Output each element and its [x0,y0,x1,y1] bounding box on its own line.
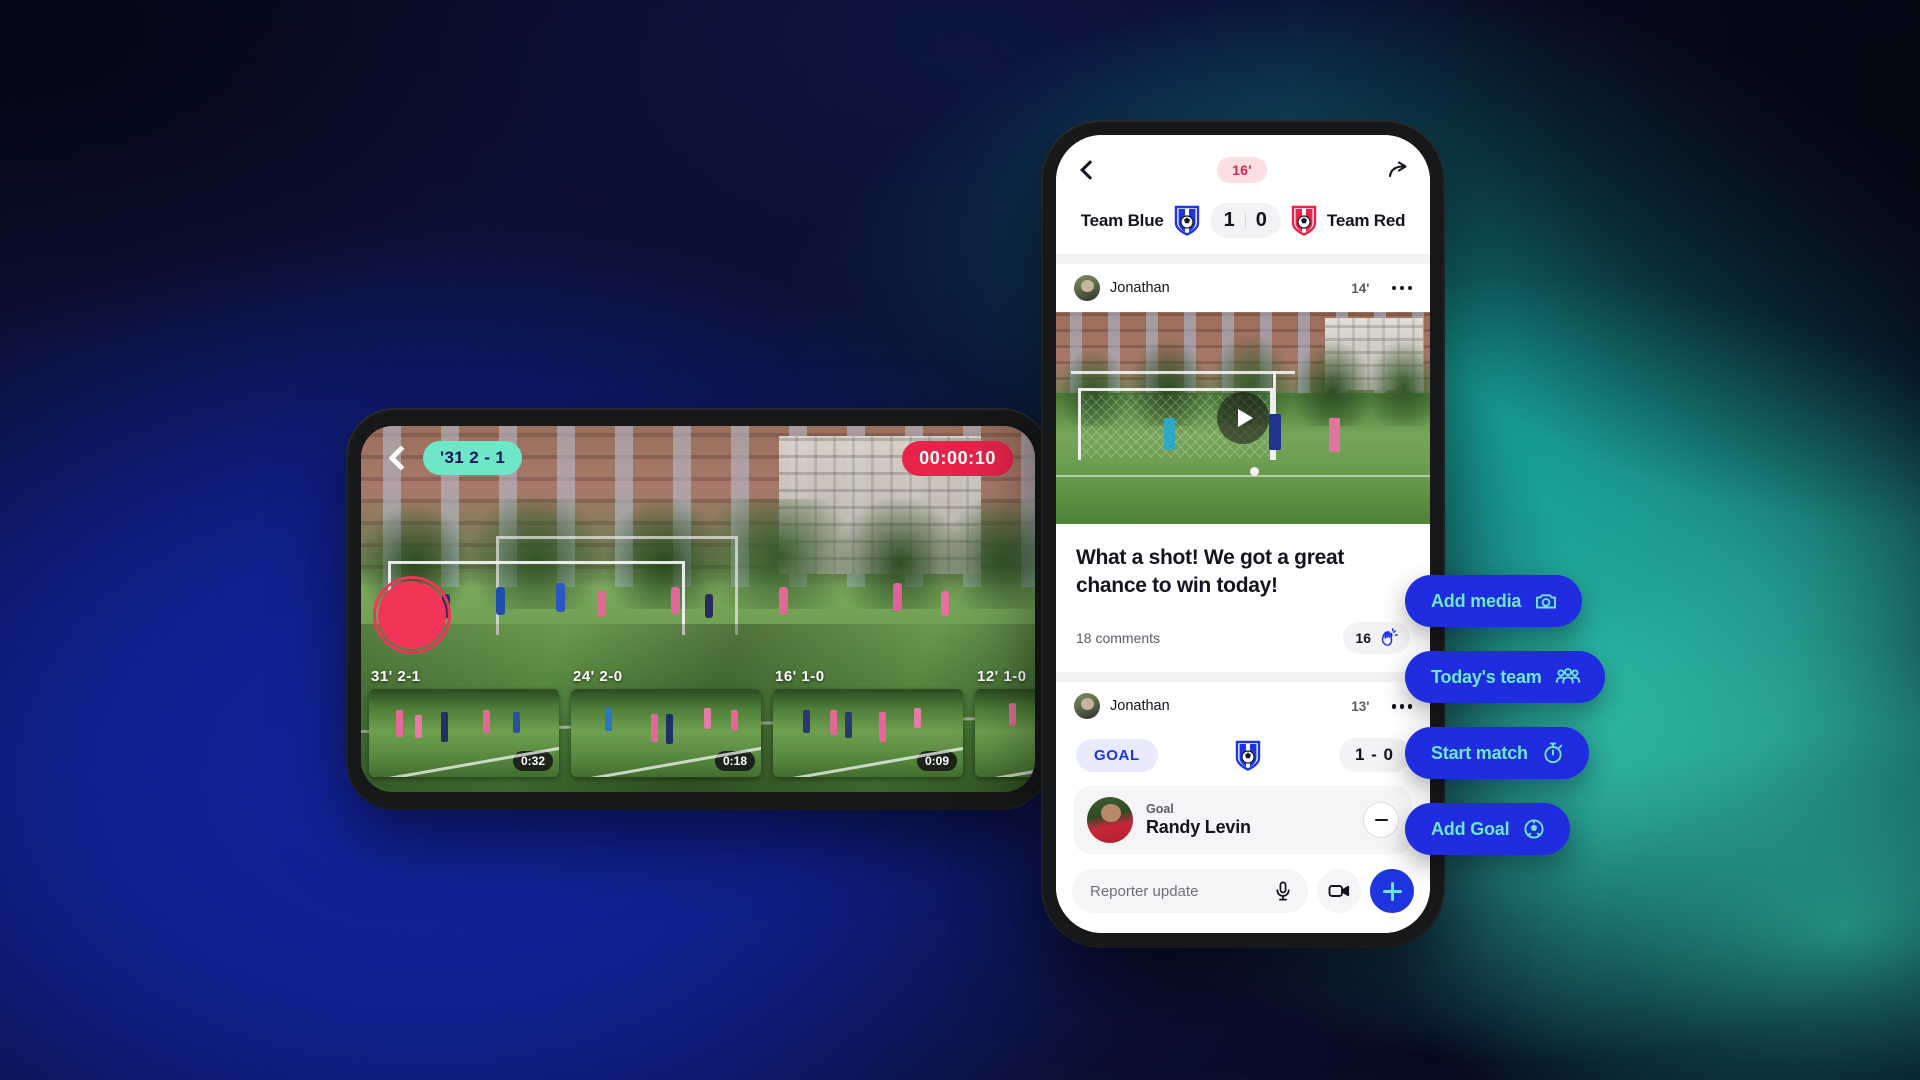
clap-button[interactable]: 16 [1343,622,1410,655]
post-author: Jonathan [1110,698,1170,715]
feed-post[interactable]: Jonathan 14' What a shot! We got a great… [1056,264,1430,672]
fab-label: Start match [1431,742,1528,763]
fab-label: Today's team [1431,666,1542,687]
landscape-phone-device: '31 2 - 1 00:00:10 31' 2-1 0:32 24' 2-0 … [348,410,1048,808]
todays-team-button[interactable]: Today's team [1405,651,1605,703]
play-icon[interactable] [1217,392,1269,444]
minus-icon[interactable] [1363,802,1399,839]
landscape-top-bar: '31 2 - 1 00:00:10 [361,426,1035,490]
more-options-icon[interactable] [1391,285,1412,291]
clip-thumbnail[interactable]: 12' 1-0 [975,668,1035,784]
clip-thumbnail[interactable]: 16' 1-0 0:09 [773,668,963,784]
fab-label: Add Goal [1431,818,1510,839]
player-figure [893,583,903,612]
plus-icon[interactable] [1370,869,1414,913]
scoreboard: Team Blue 1 0 Team Red [1076,191,1410,254]
clip-duration: 0:32 [512,751,553,771]
stopwatch-icon [1544,742,1563,764]
feed-post[interactable]: Jonathan 13' GOAL 1 - 0 Goal Randy Levin [1056,682,1430,855]
comment-count[interactable]: 18 comments [1076,630,1160,646]
camera-icon [1536,594,1557,609]
record-button[interactable] [373,576,451,654]
clip-thumbnail-strip[interactable]: 31' 2-1 0:32 24' 2-0 0:18 16' 1-0 0:09 1… [361,668,1035,792]
add-media-button[interactable]: Add media [1405,575,1583,627]
portrait-phone-device: 16' Team Blue 1 0 Team Red Jonathan 14' … [1043,122,1443,946]
add-goal-button[interactable]: Add Goal [1405,803,1571,855]
clip-label: 31' 2-1 [371,668,421,685]
player-figure [1329,418,1341,452]
scorer-name: Randy Levin [1146,817,1251,838]
reporter-update-input[interactable]: Reporter update [1072,869,1308,913]
fab-label: Add media [1431,590,1522,611]
clap-count: 16 [1355,630,1371,647]
avatar [1087,797,1133,844]
post-author: Jonathan [1110,280,1170,296]
landscape-phone-screen: '31 2 - 1 00:00:10 31' 2-1 0:32 24' 2-0 … [361,426,1035,792]
match-minute-badge: 16' [1217,157,1267,183]
avatar [1074,275,1100,301]
microphone-icon[interactable] [1272,880,1294,902]
post-time: 14' [1351,280,1370,296]
people-group-icon [1555,668,1580,684]
recording-timer-badge: 00:00:10 [902,440,1013,476]
score-pill: 1 0 [1209,203,1281,238]
goal-score: 1 - 0 [1338,738,1410,773]
goal-frame-secondary [495,535,739,635]
scorer-role: Goal [1146,802,1174,817]
clip-preview: 0:18 [571,689,761,777]
clip-label: 12' 1-0 [977,668,1027,685]
goal-tag: GOAL [1076,738,1158,772]
soccer-ball-icon [1524,819,1544,839]
home-score: 1 [1223,209,1235,231]
feed-divider [1056,672,1430,683]
clip-duration: 0:18 [714,751,755,771]
clip-label: 16' 1-0 [775,668,825,685]
share-arrow-icon[interactable] [1386,158,1410,182]
screenshot-root: '31 2 - 1 00:00:10 31' 2-1 0:32 24' 2-0 … [0,0,1920,1080]
player-figure [940,590,949,616]
player-figure [596,590,605,617]
chevron-left-icon[interactable] [1076,159,1098,181]
player-figure [495,587,505,616]
clip-thumbnail[interactable]: 31' 2-1 0:32 [369,668,559,784]
blue-club-crest-icon [1174,205,1200,236]
blue-club-crest-icon [1235,740,1261,771]
match-header: 16' Team Blue 1 0 Team Red [1056,135,1430,254]
clip-preview: 0:32 [369,689,559,777]
match-feed[interactable]: Jonathan 14' What a shot! We got a great… [1056,254,1430,857]
start-match-button[interactable]: Start match [1405,727,1589,779]
video-camera-icon[interactable] [1317,869,1361,913]
feed-divider [1056,254,1430,264]
post-video[interactable] [1056,312,1430,524]
player-figure [778,587,788,615]
reporter-composer: Reporter update [1056,857,1430,933]
clip-label: 24' 2-0 [573,668,623,685]
clip-preview: 0:09 [773,689,963,777]
player-figure [556,583,566,613]
post-time: 13' [1351,698,1370,714]
away-team-name: Team Red [1326,210,1406,230]
away-score: 0 [1255,209,1267,231]
avatar [1074,693,1100,720]
clip-duration: 0:09 [916,751,957,771]
chevron-left-icon[interactable] [383,445,409,471]
goalkeeper-figure [1164,418,1176,450]
more-options-icon[interactable] [1391,704,1412,709]
scorer-card[interactable]: Goal Randy Levin [1074,786,1412,855]
reporter-input-placeholder: Reporter update [1090,882,1199,900]
clap-icon [1381,628,1398,647]
red-club-crest-icon [1291,205,1317,236]
post-title: What a shot! We got a great chance to wi… [1076,546,1345,598]
home-team-name: Team Blue [1080,210,1164,230]
player-figure [441,594,450,619]
player-figure [1269,413,1282,450]
clip-thumbnail[interactable]: 24' 2-0 0:18 [571,668,761,784]
portrait-phone-screen: 16' Team Blue 1 0 Team Red Jonathan 14' … [1056,135,1430,933]
player-figure [704,594,713,619]
clip-preview [975,689,1035,777]
goal-event-row: GOAL 1 - 0 [1056,730,1430,787]
clip-score-badge: '31 2 - 1 [423,441,523,475]
player-figure [671,587,681,615]
